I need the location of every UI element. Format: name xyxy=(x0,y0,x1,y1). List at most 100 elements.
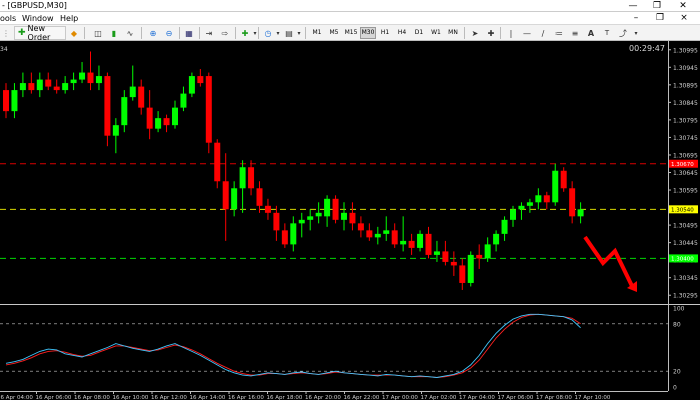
bearish-candle xyxy=(366,230,373,238)
close-icon[interactable]: ✕ xyxy=(672,0,694,12)
bullish-candle xyxy=(36,79,43,91)
bullish-candle xyxy=(518,205,525,210)
arrows-dropdown-icon[interactable]: ▾ xyxy=(630,27,642,39)
bearish-candle xyxy=(560,170,567,189)
price-tick-label: 1.30745 xyxy=(673,135,698,142)
child-minimize-icon[interactable]: – xyxy=(625,12,647,25)
bearish-candle xyxy=(45,79,52,87)
timeframe-mn[interactable]: MN xyxy=(445,27,461,39)
time-tick-label: 17 Apr 02:00 xyxy=(421,395,457,400)
time-tick-label: 16 Apr 16:00 xyxy=(228,395,264,400)
bullish-candle xyxy=(95,76,102,84)
bullish-candle xyxy=(290,223,297,245)
bullish-candle xyxy=(484,244,491,259)
price-tick-label: 1.30795 xyxy=(673,117,698,124)
child-restore-icon[interactable]: ❐ xyxy=(649,12,671,25)
price-tick-label: 1.30645 xyxy=(673,170,698,177)
bearish-candle xyxy=(3,90,9,112)
bearish-candle xyxy=(264,205,271,213)
bearish-candle xyxy=(408,240,415,248)
time-tick-label: 16 Apr 12:00 xyxy=(151,395,187,400)
price-tick-label: 1.30345 xyxy=(673,275,698,282)
bearish-candle xyxy=(349,212,356,224)
bullish-candle xyxy=(62,83,69,91)
timeframe-d1[interactable]: D1 xyxy=(411,27,427,39)
bullish-candle xyxy=(417,233,424,248)
candlestick-icon[interactable]: ▮ xyxy=(108,27,120,39)
time-tick-label: 16 Apr 14:00 xyxy=(190,395,226,400)
bullish-candle xyxy=(577,209,584,217)
bullish-candle xyxy=(231,188,238,210)
bearish-candle xyxy=(214,142,221,182)
bullish-candle xyxy=(433,251,440,255)
chart-corner-label: 34 xyxy=(0,46,8,53)
text-tool-icon[interactable]: A xyxy=(585,27,597,39)
new-order-label: New Order xyxy=(27,24,51,42)
trendline-icon[interactable]: ∕ xyxy=(537,27,549,39)
templates-dropdown-icon[interactable]: ▾ xyxy=(293,27,305,39)
oscillator-tick-label: 100 xyxy=(673,306,685,313)
bullish-candle xyxy=(535,195,542,203)
bullish-candle xyxy=(501,219,508,234)
menu-tools[interactable]: ools xyxy=(0,12,16,25)
cursor-icon[interactable]: ➤ xyxy=(469,27,481,39)
bullish-candle xyxy=(155,118,162,129)
child-close-icon[interactable]: × xyxy=(673,12,695,25)
time-tick-label: 17 Apr 04:00 xyxy=(459,395,495,400)
title-bar: - [GBPUSD,M30] — ❐ ✕ xyxy=(0,0,700,12)
bullish-candle xyxy=(307,216,314,220)
line-chart-icon[interactable]: ∿ xyxy=(124,27,136,39)
bearish-candle xyxy=(391,230,398,245)
new-order-button[interactable]: ✚ New Order xyxy=(14,24,66,42)
equidistant-channel-icon[interactable]: ≔ xyxy=(553,27,565,39)
vertical-line-icon[interactable]: | xyxy=(505,27,517,39)
bullish-candle xyxy=(172,107,178,126)
price-tick-label: 1.30945 xyxy=(673,65,698,72)
menu-bar: ools Window Help – ❐ × xyxy=(0,12,700,25)
oscillator-tick-label: 20 xyxy=(673,369,681,376)
bearish-candle xyxy=(442,251,449,262)
timeframe-w1[interactable]: W1 xyxy=(428,27,444,39)
bearish-candle xyxy=(281,230,288,245)
autoscroll-icon[interactable]: ⇨ xyxy=(219,27,231,39)
price-tick-label: 1.30845 xyxy=(673,100,698,107)
timeframe-m5[interactable]: M5 xyxy=(326,27,342,39)
timeframe-m1[interactable]: M1 xyxy=(309,27,325,39)
timeframe-m30[interactable]: M30 xyxy=(360,27,376,39)
fibonacci-icon[interactable]: ≡ xyxy=(569,27,581,39)
zoom-out-icon[interactable]: ⊖ xyxy=(163,27,175,39)
toolbar-grip-icon: ⋮ xyxy=(2,28,10,38)
horizontal-line-icon[interactable]: — xyxy=(521,27,533,39)
bearish-candle xyxy=(332,198,339,220)
restore-icon[interactable]: ❐ xyxy=(646,0,668,12)
price-tick-label: 1.30445 xyxy=(673,240,698,247)
level-price-label: 1.30670 xyxy=(671,162,694,168)
indicators-dropdown-icon[interactable]: ▾ xyxy=(249,27,261,39)
zoom-in-icon[interactable]: ⊕ xyxy=(147,27,159,39)
bullish-candle xyxy=(70,79,77,84)
bullish-candle xyxy=(526,202,533,206)
bearish-candle xyxy=(425,233,432,255)
bearish-candle xyxy=(53,86,60,91)
arrows-icon[interactable]: ⤴ xyxy=(617,27,629,39)
bar-chart-icon[interactable]: ◫ xyxy=(92,27,104,39)
bearish-candle xyxy=(104,76,111,136)
text-label-icon[interactable]: T xyxy=(601,27,613,39)
bullish-candle xyxy=(374,233,381,238)
bullish-candle xyxy=(400,240,407,245)
timeframe-h4[interactable]: H4 xyxy=(394,27,410,39)
tile-windows-icon[interactable]: ▦ xyxy=(183,27,195,39)
time-tick-label: 16 Apr 20:00 xyxy=(305,395,341,400)
price-chart[interactable]: 34 00:29:47 1.30995 1.30945 1.30895 1.30845… xyxy=(0,41,700,400)
bullish-candle xyxy=(129,86,136,98)
bullish-candle xyxy=(239,167,246,189)
bullish-candle xyxy=(315,212,322,217)
oscillator-tick-label: 0 xyxy=(673,385,677,392)
crosshair-icon[interactable]: ✚ xyxy=(485,27,497,39)
timeframe-h1[interactable]: H1 xyxy=(377,27,393,39)
chart-shift-icon[interactable]: ⇥ xyxy=(203,27,215,39)
autotrading-icon[interactable]: ◆ xyxy=(68,27,80,39)
bullish-candle xyxy=(552,170,559,203)
timeframe-m15[interactable]: M15 xyxy=(343,27,359,39)
minimize-icon[interactable]: — xyxy=(622,0,644,12)
